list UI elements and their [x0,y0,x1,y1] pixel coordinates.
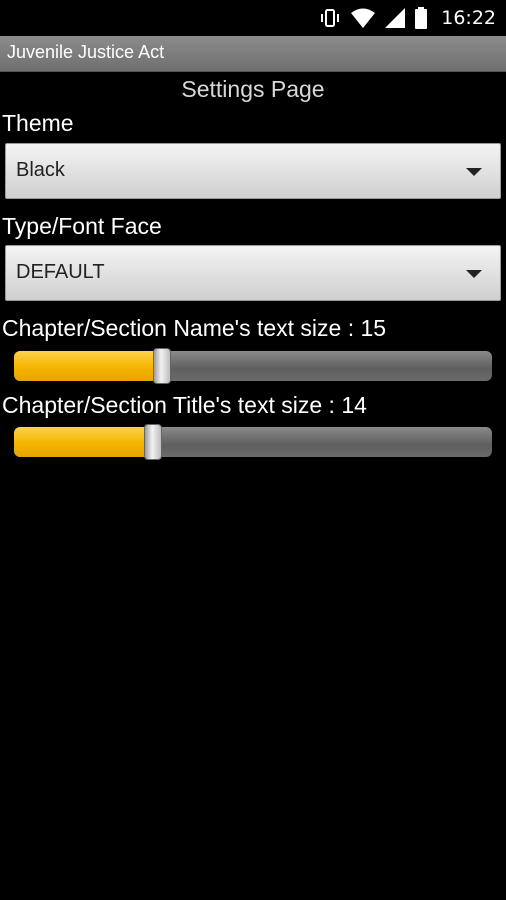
font-face-selected-value: DEFAULT [16,261,105,283]
slider-thumb[interactable] [144,424,162,460]
signal-icon [385,8,406,28]
page-title: Settings Page [181,76,325,102]
vibrate-icon [319,7,341,29]
chevron-down-icon [466,168,482,176]
slider-track[interactable] [14,427,492,457]
theme-label: Theme [2,110,74,136]
slider-fill [14,351,162,381]
chevron-down-icon [466,270,482,278]
theme-dropdown[interactable]: Black [5,143,501,199]
name-size-slider[interactable] [14,348,492,384]
app-title: Juvenile Justice Act [7,42,165,62]
status-bar: 16:22 [0,0,506,36]
slider-fill [14,427,153,457]
theme-selected-value: Black [16,159,65,181]
name-size-label: Chapter/Section Name's text size : 15 [2,315,387,341]
app-title-bar: Juvenile Justice Act [0,36,506,72]
font-face-label: Type/Font Face [2,213,162,239]
title-size-label: Chapter/Section Title's text size : 14 [2,392,367,418]
wifi-icon [351,8,376,28]
status-time: 16:22 [441,7,496,29]
title-size-slider[interactable] [14,424,492,460]
font-face-dropdown[interactable]: DEFAULT [5,245,501,301]
slider-thumb[interactable] [153,348,171,384]
slider-track[interactable] [14,351,492,381]
status-icons: 16:22 [319,0,496,36]
battery-icon [415,7,428,29]
